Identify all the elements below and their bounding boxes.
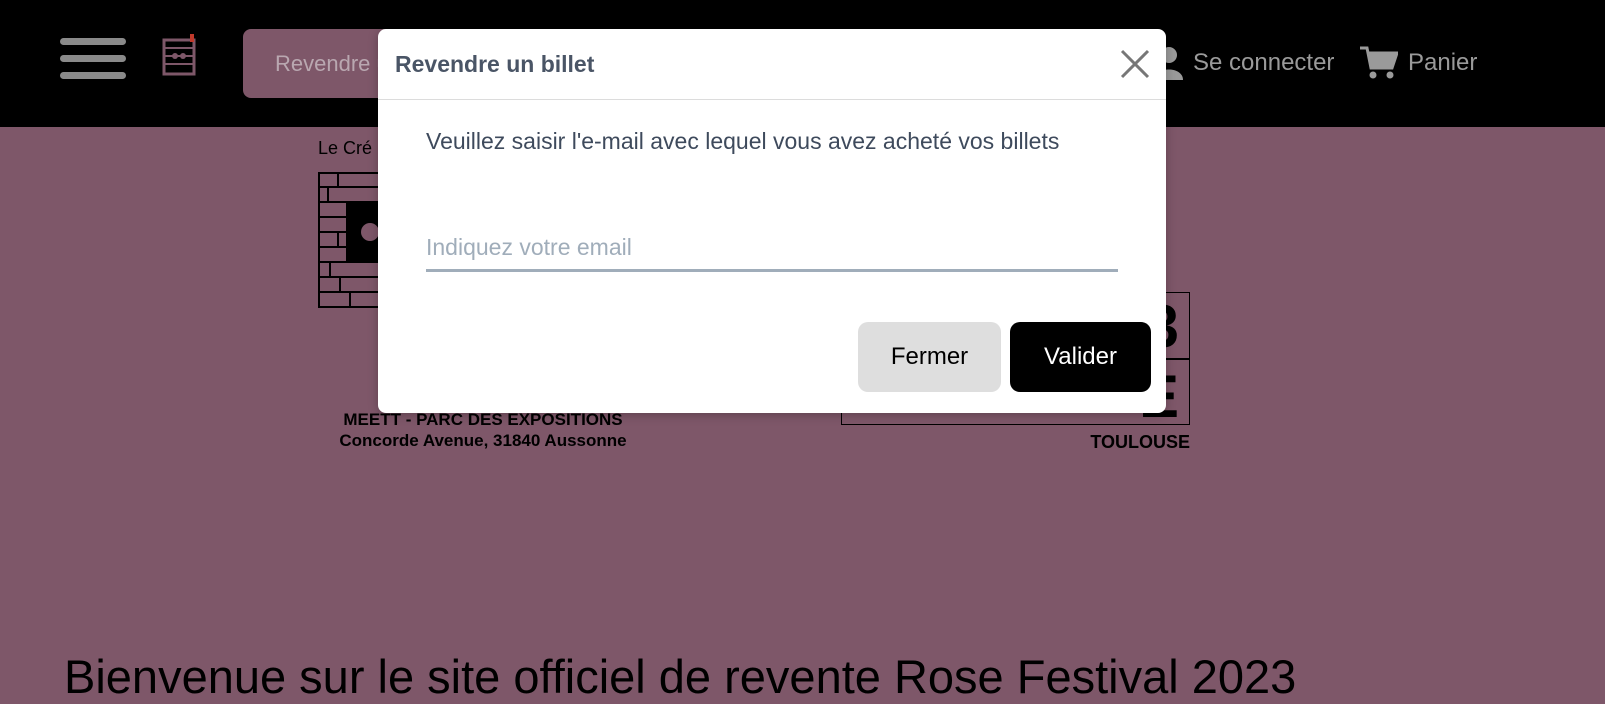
- close-icon[interactable]: [1118, 47, 1152, 81]
- modal-message: Veuillez saisir l'e-mail avec lequel vou…: [426, 128, 1060, 154]
- venue-info: MEETT - PARC DES EXPOSITIONS Concorde Av…: [316, 409, 650, 451]
- login-label: Se connecter: [1193, 49, 1335, 76]
- city-label: TOULOUSE: [1090, 432, 1190, 452]
- festival-logo-icon[interactable]: [162, 34, 198, 76]
- venue-line-2: Concorde Avenue, 31840 Aussonne: [339, 431, 627, 450]
- submit-button[interactable]: Valider: [1010, 322, 1151, 392]
- cart-label: Panier: [1408, 49, 1478, 76]
- email-field[interactable]: [426, 225, 1118, 272]
- resell-ticket-button[interactable]: Revendre un billet: [243, 29, 393, 98]
- close-button[interactable]: Fermer: [858, 322, 1001, 392]
- login-link[interactable]: Se connecter: [1155, 40, 1334, 86]
- resell-ticket-modal: Revendre un billet Veuillez saisir l'e-m…: [378, 29, 1166, 413]
- cart-link[interactable]: Panier: [1360, 40, 1477, 86]
- cart-icon: [1360, 46, 1398, 79]
- modal-header: Revendre un billet: [378, 29, 1166, 100]
- page-title: Bienvenue sur le site officiel de revent…: [64, 650, 1297, 704]
- hamburger-menu-icon[interactable]: [60, 38, 126, 80]
- modal-title: Revendre un billet: [395, 51, 595, 77]
- poster-caption: Le Cré: [318, 138, 373, 158]
